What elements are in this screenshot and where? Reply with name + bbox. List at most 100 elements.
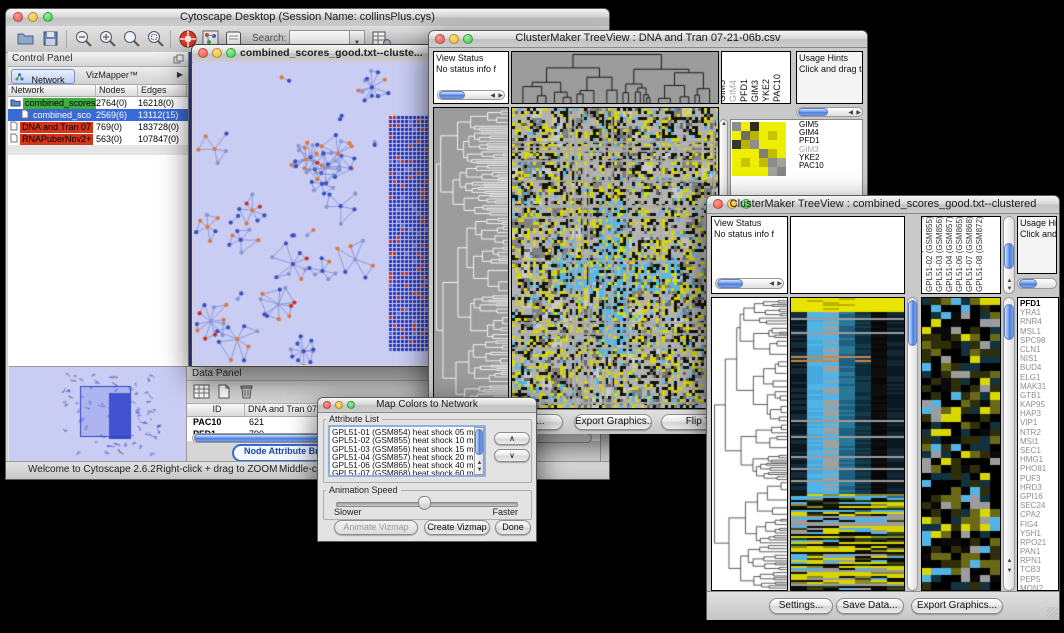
tv1-row-dendrogram[interactable] [433,107,509,409]
create-vizmap-button[interactable]: Create Vizmap [424,520,490,535]
network-table-row[interactable]: DNA and Tran 07769(0)183728(0) [8,121,188,133]
scroll-left-icon[interactable]: ◀ [848,110,853,116]
delete-attribute-icon[interactable] [239,383,254,400]
speed-slider-thumb[interactable] [418,496,431,510]
attribute-list-item[interactable]: GPL51-07 (GSM868) heat shock 60 min [332,469,482,477]
tv1-right-scrollbar[interactable]: ◀ ▶ [796,107,863,117]
zoom-fit-icon[interactable] [122,29,142,49]
matrix-cell[interactable] [777,131,786,140]
matrix-cell[interactable] [750,167,759,176]
matrix-cell[interactable] [759,131,768,140]
matrix-cell[interactable] [741,149,750,158]
scroll-left-icon[interactable]: ◀ [769,281,774,287]
tv1-column-labels-panel[interactable]: GIM5GIM4PFD1GIM3YKE2PAC10 [721,51,791,104]
matrix-cell[interactable] [732,140,741,149]
tv1-column-dendrogram[interactable] [511,51,719,104]
matrix-cell[interactable] [741,122,750,131]
matrix-cell[interactable] [741,131,750,140]
matrix-cell[interactable] [732,167,741,176]
close-icon[interactable] [198,48,208,58]
scroll-right-icon[interactable]: ▶ [498,93,503,99]
tv1-export-graphics-button[interactable]: Export Graphics... [574,414,652,430]
tab-overflow-icon[interactable]: ▶ [177,70,183,79]
matrix-cell[interactable] [732,158,741,167]
tv2-export-graphics-button[interactable]: Export Graphics... [911,598,1003,614]
matrix-cell[interactable] [759,140,768,149]
network-overview-panel[interactable] [9,366,188,462]
zoom-selected-icon[interactable] [146,29,166,49]
scroll-up-icon[interactable]: ▲ [477,460,483,466]
scroll-up-icon[interactable]: ▲ [1007,558,1013,564]
scroll-up-icon[interactable]: ▲ [1007,278,1013,284]
matrix-cell[interactable] [777,167,786,176]
minimize-icon[interactable] [212,48,222,58]
network-table-row[interactable]: RNAPuberNov2+563(0)107847(0) [8,133,188,145]
save-icon[interactable] [42,30,60,47]
matrix-cell[interactable] [759,122,768,131]
tv2-save-data-button[interactable]: Save Data... [836,598,904,614]
animate-vizmap-button[interactable]: Animate Vizmap [334,520,418,535]
scroll-right-icon[interactable]: ▶ [777,281,782,287]
tab-network[interactable]: Network [11,69,75,84]
tv1-matrix[interactable] [732,122,786,176]
tv2-row-dendrogram[interactable] [711,297,788,591]
tv2-status-scrollbar[interactable]: ◀ ▶ [715,278,784,289]
matrix-cell[interactable] [777,140,786,149]
matrix-cell[interactable] [759,149,768,158]
dialog-titlebar[interactable]: Map Colors to Network [318,398,536,413]
open-file-icon[interactable] [16,30,35,47]
matrix-cell[interactable] [777,149,786,158]
matrix-cell[interactable] [768,167,777,176]
matrix-cell[interactable] [759,158,768,167]
matrix-cell[interactable] [741,158,750,167]
tv2-zoom-heatmap[interactable] [921,297,1001,591]
matrix-cell[interactable] [768,158,777,167]
attribute-list-scrollbar[interactable]: ▲ ▼ [474,427,484,475]
tv2-column-labels-panel[interactable]: GPL51-01 (GSM854)GPL51-02 (GSM855)GPL51-… [921,216,1001,294]
scroll-down-icon[interactable]: ▼ [1007,568,1013,574]
matrix-cell[interactable] [768,140,777,149]
matrix-cell[interactable] [768,122,777,131]
tv2-usage-scrollbar[interactable] [1017,278,1057,289]
network-table-row[interactable]: combined_sco2569(6)13112(15) [8,109,188,121]
matrix-cell[interactable] [777,158,786,167]
attribute-list[interactable]: GPL51-01 (GSM854) heat shock 05 minGPL51… [328,425,486,477]
network-table-row[interactable]: combined_scores2764(0)16218(0) [8,97,188,109]
zoom-in-icon[interactable] [98,29,118,49]
zoom-out-icon[interactable] [74,29,94,49]
scroll-down-icon[interactable]: ▼ [1007,286,1013,292]
treeview1-titlebar[interactable]: ClusterMaker TreeView : DNA and Tran 07-… [429,31,867,48]
matrix-cell[interactable] [768,131,777,140]
matrix-cell[interactable] [750,149,759,158]
matrix-cell[interactable] [750,122,759,131]
matrix-cell[interactable] [750,131,759,140]
matrix-cell[interactable] [768,149,777,158]
matrix-cell[interactable] [759,167,768,176]
done-button[interactable]: Done [495,520,531,535]
matrix-cell[interactable] [732,131,741,140]
network-overview-canvas[interactable] [9,367,188,462]
attribute-table-icon[interactable] [193,384,210,399]
zoom-window-icon[interactable] [226,48,236,58]
scroll-left-icon[interactable]: ◀ [490,93,495,99]
matrix-cell[interactable] [732,149,741,158]
tv2-zoom-vscrollbar[interactable]: ▲ ▼ [1003,297,1015,591]
matrix-cell[interactable] [777,122,786,131]
float-panel-icon[interactable] [173,54,184,64]
matrix-cell[interactable] [741,140,750,149]
tv1-heatmap[interactable] [511,107,719,409]
scroll-up-icon[interactable]: ▲ [721,121,727,127]
tv1-status-scrollbar[interactable]: ◀ ▶ [437,90,505,100]
tv2-gene-list-panel[interactable]: PFD1YRA1RNR4MSL1SPC98CLN1NIS1BUD4ELG1MAK… [1017,297,1059,591]
scroll-right-icon[interactable]: ▶ [856,110,861,116]
move-down-button[interactable]: ∨ [494,449,530,462]
treeview2-titlebar[interactable]: ClusterMaker TreeView : combined_scores_… [707,196,1059,214]
matrix-cell[interactable] [732,122,741,131]
matrix-cell[interactable] [750,140,759,149]
matrix-cell[interactable] [741,167,750,176]
scroll-down-icon[interactable]: ▼ [477,467,483,473]
tv2-settings-button[interactable]: Settings... [769,598,833,614]
tv2-labels-scrollbar[interactable]: ▲ ▼ [1003,216,1015,294]
tv2-column-dendrogram[interactable] [790,216,905,294]
move-up-button[interactable]: ∧ [494,432,530,445]
